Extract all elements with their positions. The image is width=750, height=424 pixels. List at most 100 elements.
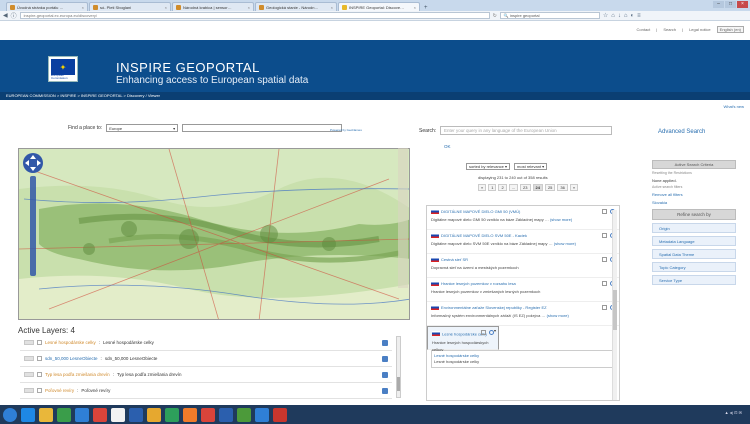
advanced-search-link[interactable]: Advanced Search <box>658 129 705 135</box>
sort-order-select[interactable]: most relevant <box>514 163 548 170</box>
layer-checkbox[interactable] <box>37 372 42 377</box>
layer-info-icon[interactable] <box>382 339 388 346</box>
breadcrumb[interactable]: EUROPEAN COMMISSION > INSPIRE > INSPIRE … <box>0 92 750 100</box>
system-tray[interactable]: ▲ ◂) ⊡ ✉ <box>725 410 742 415</box>
result-checkbox[interactable] <box>602 233 607 238</box>
results-scrollbar[interactable] <box>612 210 617 400</box>
result-title[interactable]: DIGITÁLNE MAPOVÉ DIELO GMI 50 (VMÚ) <box>441 209 520 214</box>
app-icon[interactable] <box>255 407 269 422</box>
app-icon[interactable] <box>57 407 71 422</box>
sort-field-select[interactable]: sorted by relevance <box>466 163 511 170</box>
app-icon[interactable] <box>165 407 179 422</box>
info-icon[interactable] <box>489 330 494 335</box>
folder-icon[interactable] <box>39 407 53 422</box>
browser-tab[interactable]: Geologická stanie - Národn… × <box>255 2 337 11</box>
layer-item[interactable]: Lesné hospodárske celky: Lesné hospodárs… <box>20 335 392 351</box>
facet-topic-category[interactable]: Topic Category <box>652 262 736 272</box>
ec-logo[interactable]: ✦ European Commission <box>48 56 78 82</box>
facet-spatial-data-theme[interactable]: Spatial Data Theme <box>652 249 736 259</box>
zoom-slider[interactable] <box>30 176 36 276</box>
browser-tab-active[interactable]: INSPIRE Geoportal: Discove… × <box>338 2 420 11</box>
close-tab-icon[interactable]: × <box>414 5 416 10</box>
layer-info-icon[interactable] <box>382 387 388 394</box>
layer-item[interactable]: sdn_50,000 LesneObiecte: sdn_50,000 Lesn… <box>20 351 392 367</box>
firefox-icon[interactable] <box>183 407 197 422</box>
layer-opacity-toggle[interactable] <box>24 340 34 345</box>
acrobat-icon[interactable] <box>273 407 287 422</box>
layer-title[interactable]: Typ lesa podľa zmiešania drevín <box>45 372 110 377</box>
result-checkbox[interactable] <box>602 281 607 286</box>
app-icon[interactable] <box>111 407 125 422</box>
layer-info-icon[interactable] <box>382 355 388 362</box>
close-tab-icon[interactable]: × <box>165 5 167 10</box>
result-item[interactable]: Environmentálne zaťaže Slovenskej republ… <box>427 302 619 326</box>
layer-checkbox[interactable] <box>37 340 42 345</box>
layer-item[interactable]: Typ lesa podľa zmiešania drevín: Typ les… <box>20 367 392 383</box>
app-icon[interactable] <box>147 407 161 422</box>
result-checkbox[interactable] <box>481 330 486 335</box>
star-icon[interactable]: ☆ <box>603 12 608 19</box>
browser-search-input[interactable]: 🔍 inspire geoportal <box>499 12 600 19</box>
map-viewer[interactable] <box>18 148 410 320</box>
result-item[interactable]: DIGITÁLNE MAPOVÉ DIELO SVM 50E - Kaciek … <box>427 230 619 254</box>
ie-icon[interactable] <box>21 407 35 422</box>
result-item[interactable]: Cestná sieť SR Dopravná sieť na území a … <box>427 254 619 278</box>
show-more-link[interactable]: (show more) <box>554 241 576 246</box>
layer-opacity-toggle[interactable] <box>24 356 34 361</box>
layer-info-icon[interactable] <box>382 371 388 378</box>
search-ok-button[interactable]: OK <box>444 144 451 149</box>
contact-link[interactable]: Contact <box>637 27 651 32</box>
close-window-button[interactable]: × <box>737 1 748 8</box>
result-checkbox[interactable] <box>602 305 607 310</box>
show-more-link[interactable]: (show more) <box>547 313 569 318</box>
page-link[interactable]: 36 <box>557 184 568 191</box>
layer-title[interactable]: Lesné hospodárske celky <box>45 340 96 345</box>
layer-item[interactable]: Poľovné revíry: Poľovné revíry <box>20 383 392 399</box>
page-link[interactable]: 2 <box>498 184 507 191</box>
page-link[interactable]: 23 <box>520 184 531 191</box>
app-icon[interactable] <box>237 407 251 422</box>
result-title[interactable]: Hranice lesných pozemkov v rozsahu lesa <box>441 281 516 286</box>
layer-title[interactable]: Poľovné revíry <box>45 388 74 393</box>
maximize-button[interactable]: □ <box>725 1 736 8</box>
pocket-icon[interactable]: ◐ <box>630 13 634 19</box>
result-title[interactable]: Environmentálne zaťaže Slovenskej republ… <box>441 305 547 310</box>
child-result-title[interactable]: Lesné hospodárske celky <box>434 353 612 358</box>
menu-icon[interactable]: ≡ <box>637 13 641 19</box>
whats-new-link[interactable]: What's new <box>723 104 744 109</box>
home-icon[interactable]: ⌂ <box>611 13 615 19</box>
minimize-button[interactable]: – <box>713 1 724 8</box>
browser-tab[interactable]: Národná krabica | sensor… × <box>172 2 254 11</box>
language-selector[interactable]: English (en) <box>716 26 744 33</box>
page-link[interactable]: ... <box>508 184 519 191</box>
close-tab-icon[interactable]: × <box>248 5 250 10</box>
app-icon[interactable] <box>219 407 233 422</box>
home-icon[interactable]: ⌂ <box>624 13 628 19</box>
page-link[interactable]: 25 <box>544 184 556 191</box>
powered-by-link[interactable]: Powered by GeoNames <box>330 128 362 132</box>
show-more-link[interactable]: (show more) <box>550 217 572 222</box>
result-title[interactable]: Cestná sieť SR <box>441 257 468 262</box>
search-link[interactable]: Search <box>663 27 676 32</box>
layer-checkbox[interactable] <box>37 356 42 361</box>
app-icon[interactable] <box>75 407 89 422</box>
result-checkbox[interactable] <box>602 257 607 262</box>
back-icon[interactable]: ◀ <box>3 12 8 19</box>
page-link[interactable]: » <box>569 184 579 191</box>
close-tab-icon[interactable]: × <box>82 5 84 10</box>
page-link[interactable]: « <box>478 184 487 191</box>
address-bar[interactable]: inspire-geoportal.ec.europa.eu/discovery… <box>19 12 490 19</box>
reload-icon[interactable]: ↻ <box>493 13 497 19</box>
facet-origin[interactable]: Origin <box>652 223 736 233</box>
start-icon[interactable] <box>3 407 17 422</box>
result-checkbox[interactable] <box>602 209 607 214</box>
close-tab-icon[interactable]: × <box>331 5 333 10</box>
browser-tab[interactable]: só- Pleti Sboglani × <box>89 2 171 11</box>
find-region-select[interactable]: Europe <box>106 124 179 132</box>
facet-service-type[interactable]: Service Type <box>652 275 736 285</box>
app-icon[interactable] <box>93 407 107 422</box>
app-icon[interactable] <box>201 407 215 422</box>
map-side-panel[interactable] <box>398 148 408 288</box>
layer-opacity-toggle[interactable] <box>24 388 34 393</box>
layer-title[interactable]: sdn_50,000 LesneObiecte <box>45 356 98 361</box>
